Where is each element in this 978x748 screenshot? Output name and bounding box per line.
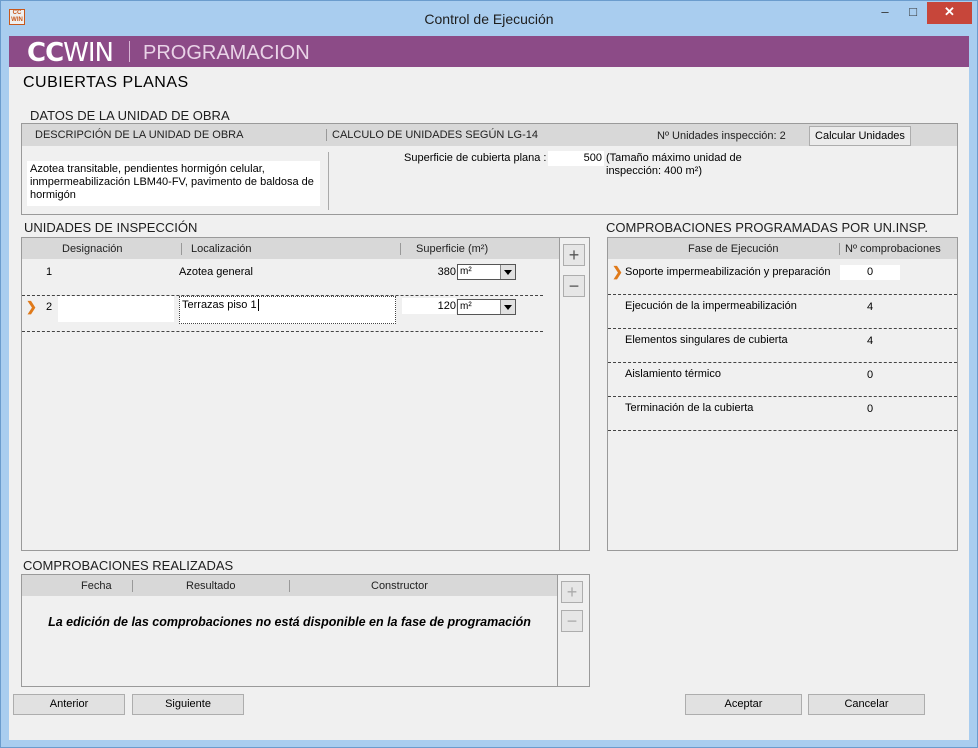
col-constructor: Constructor — [371, 580, 428, 592]
description-text[interactable]: Azotea transitable, pendientes hormigón … — [27, 161, 320, 206]
fase-row[interactable]: Aislamiento térmico 0 — [608, 362, 957, 397]
fase-count[interactable]: 0 — [840, 265, 900, 280]
designacion-cell[interactable] — [58, 296, 174, 322]
col-superficie: Superficie (m²) — [416, 243, 489, 255]
col-fase: Fase de Ejecución — [688, 243, 779, 255]
remove-unidad-button[interactable]: − — [563, 275, 585, 297]
unit-dropdown[interactable]: m² — [457, 299, 516, 315]
anterior-button[interactable]: Anterior — [13, 694, 125, 715]
unidades-panel: Designación Localización Superficie (m²)… — [21, 237, 590, 551]
row-divider — [22, 331, 543, 332]
column-divider — [839, 243, 840, 255]
programadas-section-label: COMPROBACIONES PROGRAMADAS POR UN.INSP. — [606, 220, 928, 235]
row-designacion[interactable]: 1 — [46, 266, 52, 278]
unit-value: m² — [460, 301, 472, 312]
datos-panel: DESCRIPCIÓN DE LA UNIDAD DE OBRA CALCULO… — [21, 123, 958, 215]
column-divider — [400, 243, 401, 255]
table-row[interactable]: ❯ 2 Terrazas piso 1 120 m² — [22, 296, 560, 332]
logo-divider — [129, 41, 130, 62]
fase-label[interactable]: Soporte impermeabilización y preparación — [625, 266, 830, 278]
row-localizacion[interactable]: Azotea general — [179, 266, 253, 278]
column-divider — [132, 580, 133, 592]
calc-header: CALCULO DE UNIDADES SEGÚN LG-14 — [332, 129, 538, 141]
fase-label[interactable]: Ejecución de la impermeabilización — [625, 300, 797, 312]
programadas-panel: Fase de Ejecución Nº comprobaciones ❯ So… — [607, 237, 958, 551]
calcular-unidades-button[interactable]: Calcular Unidades — [809, 126, 911, 146]
cancelar-button[interactable]: Cancelar — [808, 694, 925, 715]
chevron-down-icon-shape — [504, 270, 512, 275]
remove-comprobacion-button[interactable]: − — [561, 610, 583, 632]
unidades-section-label: UNIDADES DE INSPECCIÓN — [24, 220, 198, 235]
column-divider — [289, 580, 290, 592]
n-unidades-label: Nº Unidades inspección: 2 — [657, 130, 786, 142]
fase-label[interactable]: Terminación de la cubierta — [625, 402, 753, 414]
chevron-down-icon[interactable] — [500, 300, 515, 314]
logo-cc: CC — [27, 38, 64, 68]
row-superficie[interactable]: 120 — [402, 298, 456, 314]
chevron-down-icon[interactable] — [500, 265, 515, 279]
siguiente-button[interactable]: Siguiente — [132, 694, 244, 715]
row-divider — [608, 430, 957, 431]
fase-label[interactable]: Elementos singulares de cubierta — [625, 334, 788, 346]
realizadas-panel: Fecha Resultado Constructor La edición d… — [21, 574, 590, 687]
realizadas-message: La edición de las comprobaciones no está… — [48, 615, 531, 629]
superficie-input[interactable]: 500 — [548, 151, 604, 166]
minimize-button[interactable]: – — [871, 2, 899, 24]
column-divider — [326, 129, 327, 141]
fase-count[interactable]: 0 — [840, 369, 900, 381]
fase-count[interactable]: 4 — [840, 335, 900, 347]
aceptar-button[interactable]: Aceptar — [685, 694, 802, 715]
fase-row[interactable]: ❯ Soporte impermeabilización y preparaci… — [608, 260, 957, 295]
col-designacion: Designación — [62, 243, 123, 255]
ccwin-logo: CCWIN — [27, 38, 114, 68]
panel-divider — [559, 238, 560, 550]
row-selector-icon: ❯ — [26, 299, 37, 314]
table-row[interactable]: 1 Azotea general 380 m² — [22, 260, 560, 296]
fase-label[interactable]: Aislamiento térmico — [625, 368, 721, 380]
superficie-note: (Tamaño máximo unidad de inspección: 400… — [606, 152, 742, 177]
fase-row[interactable]: Terminación de la cubierta 0 — [608, 396, 957, 431]
desc-header: DESCRIPCIÓN DE LA UNIDAD DE OBRA — [35, 129, 244, 141]
row-superficie[interactable]: 380 — [402, 266, 456, 278]
maximize-button[interactable]: □ — [899, 2, 927, 24]
realizadas-section-label: COMPROBACIONES REALIZADAS — [23, 558, 234, 573]
page-title: CUBIERTAS PLANAS — [23, 74, 189, 91]
column-divider — [181, 243, 182, 255]
fase-row[interactable]: Ejecución de la impermeabilización 4 — [608, 294, 957, 329]
vertical-divider — [328, 152, 329, 210]
datos-section-label: DATOS DE LA UNIDAD DE OBRA — [30, 108, 230, 123]
banner-title: PROGRAMACION — [143, 42, 310, 64]
col-fecha: Fecha — [81, 580, 112, 592]
text-cursor — [257, 299, 259, 311]
superficie-label: Superficie de cubierta plana : — [404, 152, 547, 164]
header-banner: CCWIN PROGRAMACION — [9, 36, 969, 68]
application-window: CC WIN Control de Ejecución – □ ✕ CCWIN … — [0, 0, 978, 748]
panel-divider — [557, 575, 558, 686]
fase-count[interactable]: 0 — [840, 403, 900, 415]
col-localizacion: Localización — [191, 243, 252, 255]
chevron-down-icon-shape — [504, 305, 512, 310]
unit-dropdown[interactable]: m² — [457, 264, 516, 280]
fase-count[interactable]: 4 — [840, 301, 900, 313]
col-resultado: Resultado — [186, 580, 236, 592]
col-n-comprobaciones: Nº comprobaciones — [845, 243, 941, 255]
client-area: CCWIN PROGRAMACION CUBIERTAS PLANAS DATO… — [9, 36, 969, 740]
logo-win: WIN — [63, 38, 114, 68]
fase-row[interactable]: Elementos singulares de cubierta 4 — [608, 328, 957, 363]
add-unidad-button[interactable]: + — [563, 244, 585, 266]
row-selector-icon: ❯ — [612, 264, 623, 279]
title-bar[interactable]: CC WIN Control de Ejecución – □ ✕ — [1, 1, 977, 36]
localizacion-value: Terrazas piso 1 — [182, 299, 257, 311]
localizacion-input[interactable]: Terrazas piso 1 — [179, 296, 396, 324]
close-button[interactable]: ✕ — [927, 2, 972, 24]
window-title: Control de Ejecución — [424, 11, 554, 27]
add-comprobacion-button[interactable]: + — [561, 581, 583, 603]
unit-value: m² — [460, 266, 472, 277]
row-designacion[interactable]: 2 — [46, 301, 52, 313]
